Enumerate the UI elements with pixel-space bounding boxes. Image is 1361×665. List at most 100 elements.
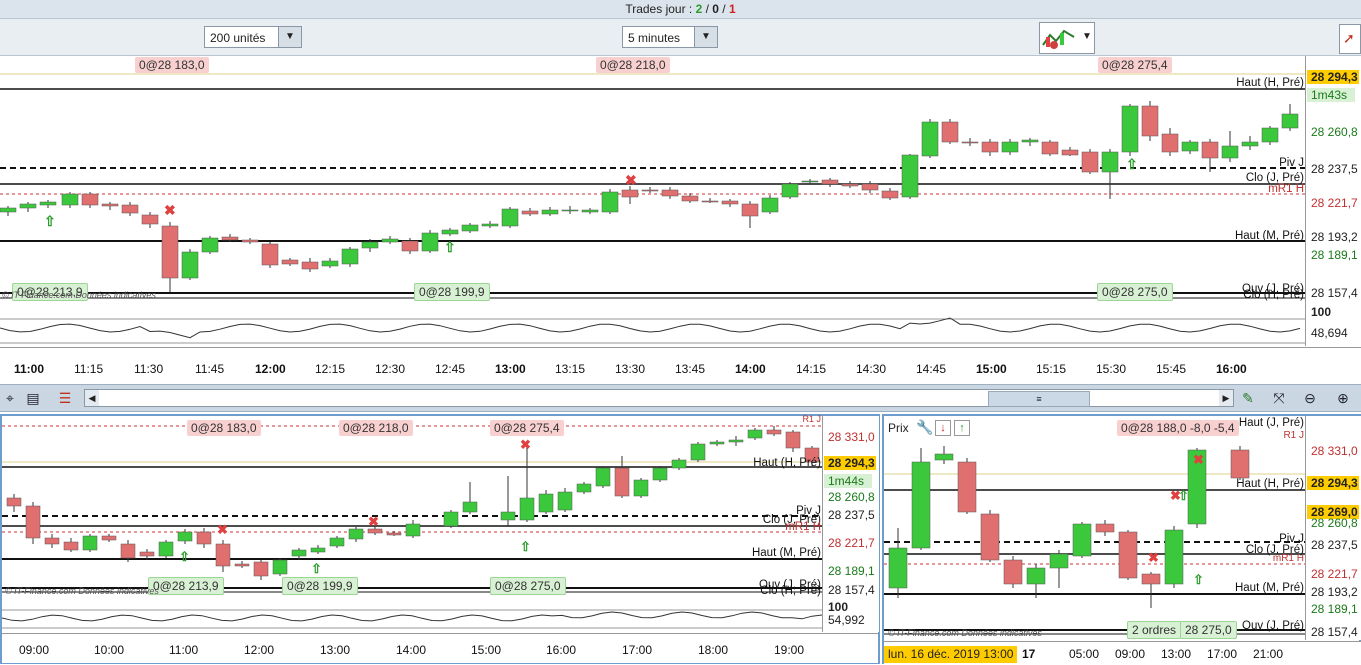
candle[interactable]	[177, 531, 193, 542]
units-select[interactable]: 200 unités ▼	[204, 26, 302, 48]
candle[interactable]	[881, 190, 899, 199]
candle[interactable]	[1061, 149, 1079, 156]
candle[interactable]	[82, 535, 98, 551]
order-tag[interactable]: 0@28 199,9	[414, 283, 490, 301]
candle[interactable]	[1001, 141, 1019, 153]
candle[interactable]	[709, 441, 725, 445]
candle[interactable]	[461, 224, 479, 232]
order-tag[interactable]: 0@28 275,0	[490, 577, 566, 595]
candle[interactable]	[781, 183, 799, 198]
candle[interactable]	[405, 523, 421, 537]
candle[interactable]	[761, 197, 779, 213]
candle[interactable]	[671, 459, 687, 469]
candle[interactable]	[1230, 449, 1250, 479]
order-tag[interactable]: 0@28 188,0 -8,0 -5,4	[1117, 420, 1239, 436]
candle[interactable]	[934, 453, 954, 461]
chevron-down-icon[interactable]: ▼	[694, 27, 717, 47]
candle[interactable]	[241, 239, 259, 243]
candle[interactable]	[1081, 151, 1099, 173]
candle[interactable]	[1181, 141, 1199, 152]
candle[interactable]	[785, 431, 801, 449]
candle[interactable]	[139, 551, 155, 557]
candle[interactable]	[39, 201, 57, 206]
candle[interactable]	[519, 497, 535, 521]
candle[interactable]	[747, 429, 763, 439]
candle[interactable]	[161, 225, 179, 279]
candle[interactable]	[301, 261, 319, 270]
candle[interactable]	[272, 559, 288, 575]
scroll-left-icon[interactable]: ◀	[85, 390, 99, 406]
candle[interactable]	[641, 189, 659, 192]
candle[interactable]	[557, 491, 573, 511]
candle[interactable]	[981, 141, 999, 153]
candle[interactable]	[541, 209, 559, 215]
fit-icon[interactable]: ⤧	[1269, 388, 1289, 408]
candle[interactable]	[980, 513, 1000, 561]
candle[interactable]	[1095, 523, 1115, 533]
candle[interactable]	[215, 543, 231, 567]
candle[interactable]	[101, 203, 119, 207]
candle[interactable]	[701, 200, 719, 203]
candle[interactable]	[652, 467, 668, 481]
candle[interactable]	[361, 241, 379, 249]
candle[interactable]	[44, 537, 60, 545]
order-tag[interactable]: 0@28 218,0	[596, 57, 670, 73]
candle[interactable]	[766, 429, 782, 435]
candle[interactable]	[101, 535, 117, 541]
candle[interactable]	[341, 248, 359, 265]
document-icon[interactable]: ▤	[23, 388, 43, 408]
candle[interactable]	[181, 251, 199, 279]
candle[interactable]	[661, 189, 679, 197]
candle[interactable]	[321, 260, 339, 267]
hourly-chart[interactable]: ✖ ✖ ✖ ⇧ ⇧ ⇧	[2, 416, 822, 596]
candle[interactable]	[1281, 113, 1299, 129]
candle[interactable]	[538, 493, 554, 513]
candle[interactable]	[367, 528, 383, 534]
candle[interactable]	[1221, 145, 1239, 159]
candle[interactable]	[1141, 105, 1159, 137]
order-tag[interactable]: 0@28 218,0	[339, 420, 413, 436]
candle[interactable]	[281, 259, 299, 265]
candle[interactable]	[690, 443, 706, 461]
candle[interactable]	[196, 531, 212, 545]
down-icon[interactable]: ↓	[935, 420, 951, 436]
candle[interactable]	[1141, 573, 1161, 585]
chart-scrollbar[interactable]: ⌖ ▤ ☰ ◀ ≡ ▶ ✎ ⤧ ⊖ ⊕	[0, 384, 1361, 412]
up-icon[interactable]: ↑	[954, 420, 970, 436]
scroll-track[interactable]: ◀ ≡ ▶	[84, 389, 1234, 407]
candle[interactable]	[201, 237, 219, 253]
candle[interactable]	[681, 195, 699, 202]
candle[interactable]	[581, 209, 599, 213]
candle[interactable]	[6, 497, 22, 507]
daily-chart[interactable]: ✖✖✖⇧⇧	[884, 438, 1305, 638]
chart-type-button[interactable]: ▼	[1039, 22, 1095, 54]
candle[interactable]	[158, 541, 174, 557]
candle[interactable]	[462, 501, 478, 513]
order-count-tag[interactable]: 2 ordres	[1127, 621, 1182, 639]
chevron-down-icon[interactable]: ▼	[278, 27, 301, 47]
candle[interactable]	[1026, 567, 1046, 585]
candle[interactable]	[481, 223, 499, 227]
candle[interactable]	[841, 183, 859, 187]
order-tag[interactable]: 0@28 275,0	[1097, 283, 1173, 301]
candle[interactable]	[329, 537, 345, 547]
chart-list-icon[interactable]: ☰	[55, 388, 75, 408]
candle[interactable]	[443, 511, 459, 527]
order-tag[interactable]: 0@28 199,9	[282, 577, 358, 595]
candle[interactable]	[595, 467, 611, 487]
zoom-out-icon[interactable]: ⊖	[1300, 388, 1320, 408]
candle[interactable]	[1003, 559, 1023, 585]
candle[interactable]	[821, 179, 839, 185]
candle[interactable]	[1164, 529, 1184, 585]
candle[interactable]	[120, 543, 136, 559]
candle[interactable]	[1161, 133, 1179, 153]
order-tag[interactable]: 0@28 213,9	[148, 577, 224, 595]
candle[interactable]	[121, 204, 139, 214]
wrench-icon[interactable]: 🔧	[916, 419, 933, 436]
candle[interactable]	[401, 240, 419, 252]
pencil-icon[interactable]: ✎	[1238, 388, 1258, 408]
candle[interactable]	[1118, 531, 1138, 579]
candle[interactable]	[381, 238, 399, 243]
candle[interactable]	[888, 547, 908, 589]
candle[interactable]	[261, 243, 279, 266]
